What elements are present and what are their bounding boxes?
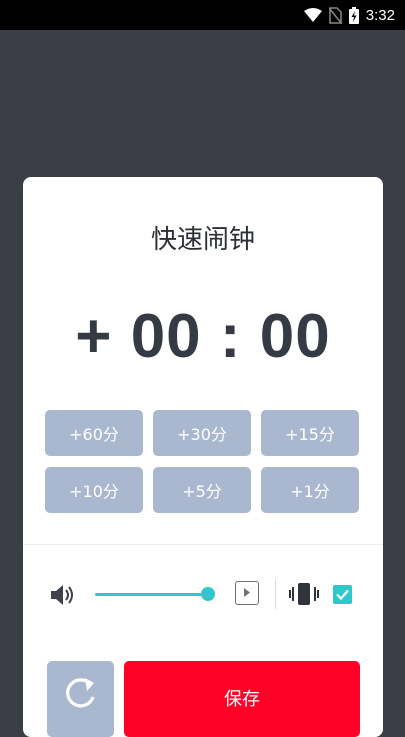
- add-1-min-button[interactable]: +1分: [261, 467, 359, 513]
- quick-alarm-dialog: 快速闹钟 + 00 : 00 +60分 +30分 +15分 +10分 +5分 +…: [23, 177, 383, 737]
- play-icon: [244, 588, 250, 597]
- volume-slider-track[interactable]: [95, 593, 208, 596]
- vibrate-checkbox[interactable]: [333, 585, 352, 604]
- add-30-min-button[interactable]: +30分: [153, 410, 251, 456]
- status-time: 3:32: [365, 6, 395, 24]
- save-button-label: 保存: [224, 689, 260, 710]
- check-icon: [336, 589, 349, 601]
- add-10-min-button[interactable]: +10分: [45, 467, 143, 513]
- refresh-icon: [66, 678, 95, 708]
- control-divider: [275, 579, 276, 609]
- no-sim-icon: [328, 6, 342, 24]
- add-15-min-button[interactable]: +15分: [261, 410, 359, 456]
- time-display: + 00 : 00: [75, 302, 331, 371]
- dialog-title: 快速闹钟: [150, 225, 255, 255]
- volume-icon[interactable]: [49, 583, 77, 607]
- wifi-icon: [303, 7, 322, 22]
- status-icons: 3:32: [303, 6, 395, 24]
- add-5-min-button[interactable]: +5分: [153, 467, 251, 513]
- preview-play-button[interactable]: [235, 581, 259, 605]
- vibrate-icon: [289, 583, 319, 605]
- status-bar: 3:32: [0, 0, 405, 30]
- battery-charging-icon: [348, 6, 359, 24]
- save-button[interactable]: 保存: [124, 661, 360, 737]
- add-60-min-button[interactable]: +60分: [45, 410, 143, 456]
- reset-button[interactable]: [47, 661, 114, 737]
- volume-slider-thumb[interactable]: [201, 587, 215, 601]
- section-divider: [23, 544, 383, 545]
